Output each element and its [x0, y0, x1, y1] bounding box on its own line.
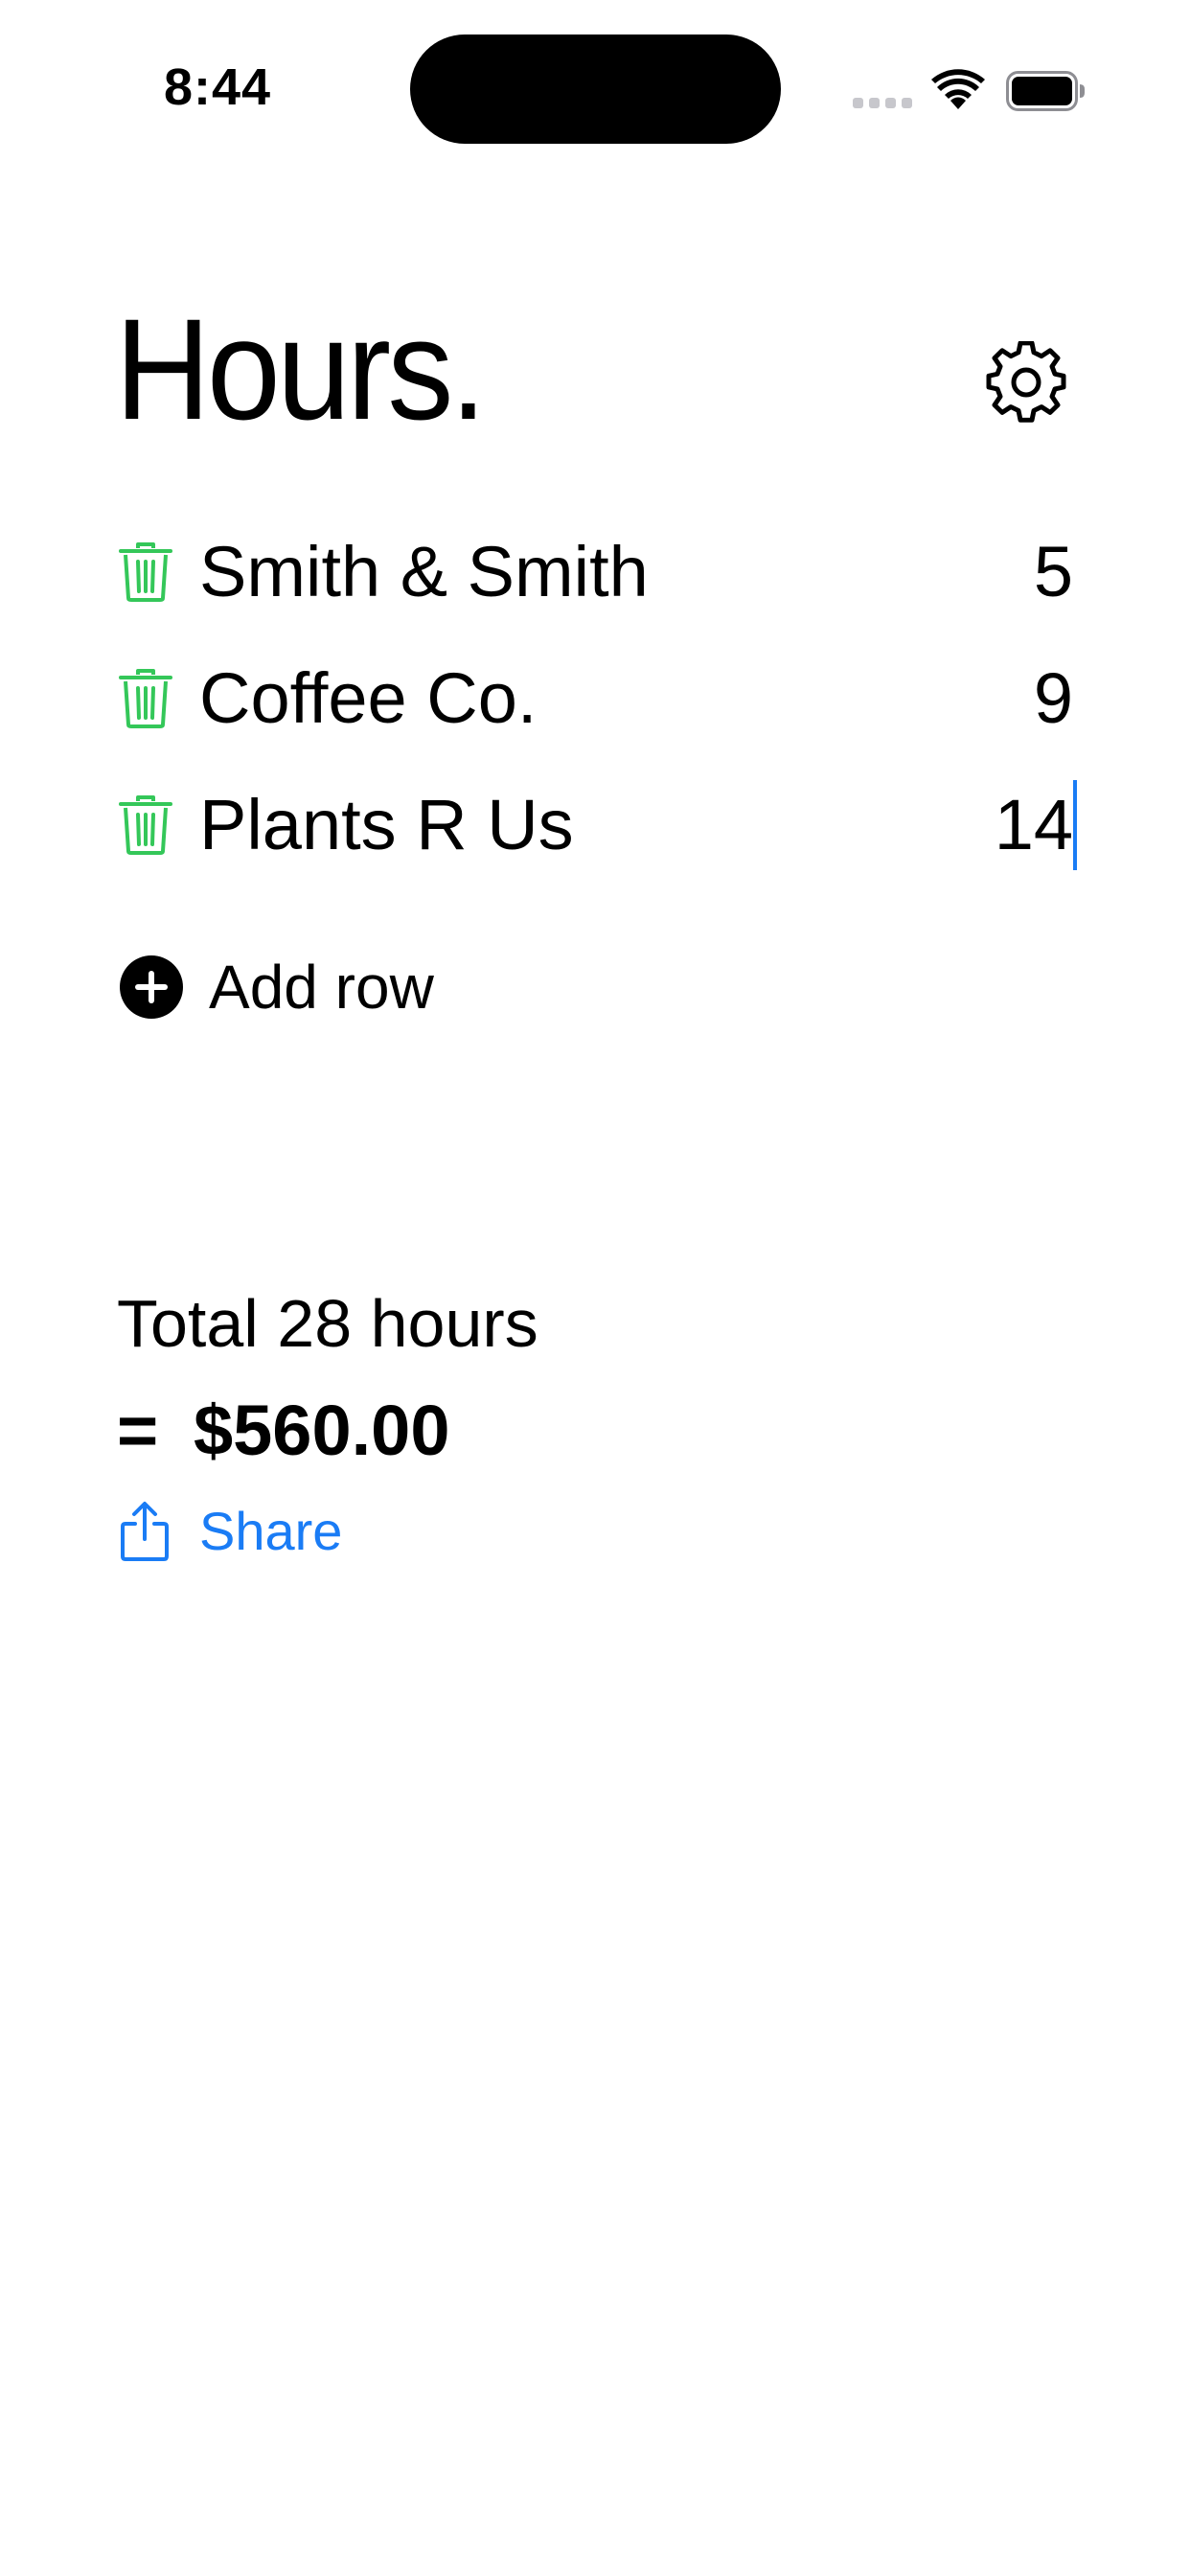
row-hours-input[interactable]: 9 — [1034, 663, 1073, 734]
add-row-button[interactable]: Add row — [119, 949, 434, 1025]
trash-icon — [119, 669, 172, 728]
total-amount-value: $560.00 — [194, 1391, 450, 1470]
status-time: 8:44 — [164, 58, 272, 116]
trash-icon — [119, 795, 172, 855]
row-hours-input[interactable]: 14 — [995, 790, 1073, 861]
total-hours: Total 28 hours — [117, 1286, 538, 1361]
wifi-icon — [931, 69, 985, 109]
equals-sign: = — [117, 1391, 159, 1470]
gear-icon — [986, 340, 1066, 423]
row-hours-input[interactable]: 5 — [1034, 537, 1073, 608]
cellular-signal-icon — [853, 98, 912, 108]
list-item: Plants R Us 14 — [115, 776, 1077, 872]
settings-button[interactable] — [985, 340, 1067, 424]
delete-row-button[interactable] — [119, 669, 172, 728]
share-button[interactable]: Share — [119, 1501, 342, 1562]
delete-row-button[interactable] — [119, 795, 172, 855]
row-name-input[interactable]: Plants R Us — [199, 790, 574, 861]
page-title: Hours. — [115, 288, 487, 449]
share-icon — [121, 1502, 169, 1561]
text-cursor — [1073, 780, 1077, 870]
list-item: Smith & Smith 5 — [115, 523, 1073, 619]
dynamic-island — [410, 34, 781, 144]
share-label: Share — [199, 1501, 343, 1561]
battery-icon — [1006, 71, 1085, 111]
add-row-label: Add row — [209, 953, 434, 1022]
total-amount: = $560.00 — [117, 1395, 450, 1466]
list-item: Coffee Co. 9 — [115, 650, 1073, 746]
plus-circle-icon — [120, 955, 183, 1019]
trash-icon — [119, 542, 172, 602]
delete-row-button[interactable] — [119, 542, 172, 602]
row-name-input[interactable]: Smith & Smith — [199, 537, 649, 608]
row-name-input[interactable]: Coffee Co. — [199, 663, 537, 734]
